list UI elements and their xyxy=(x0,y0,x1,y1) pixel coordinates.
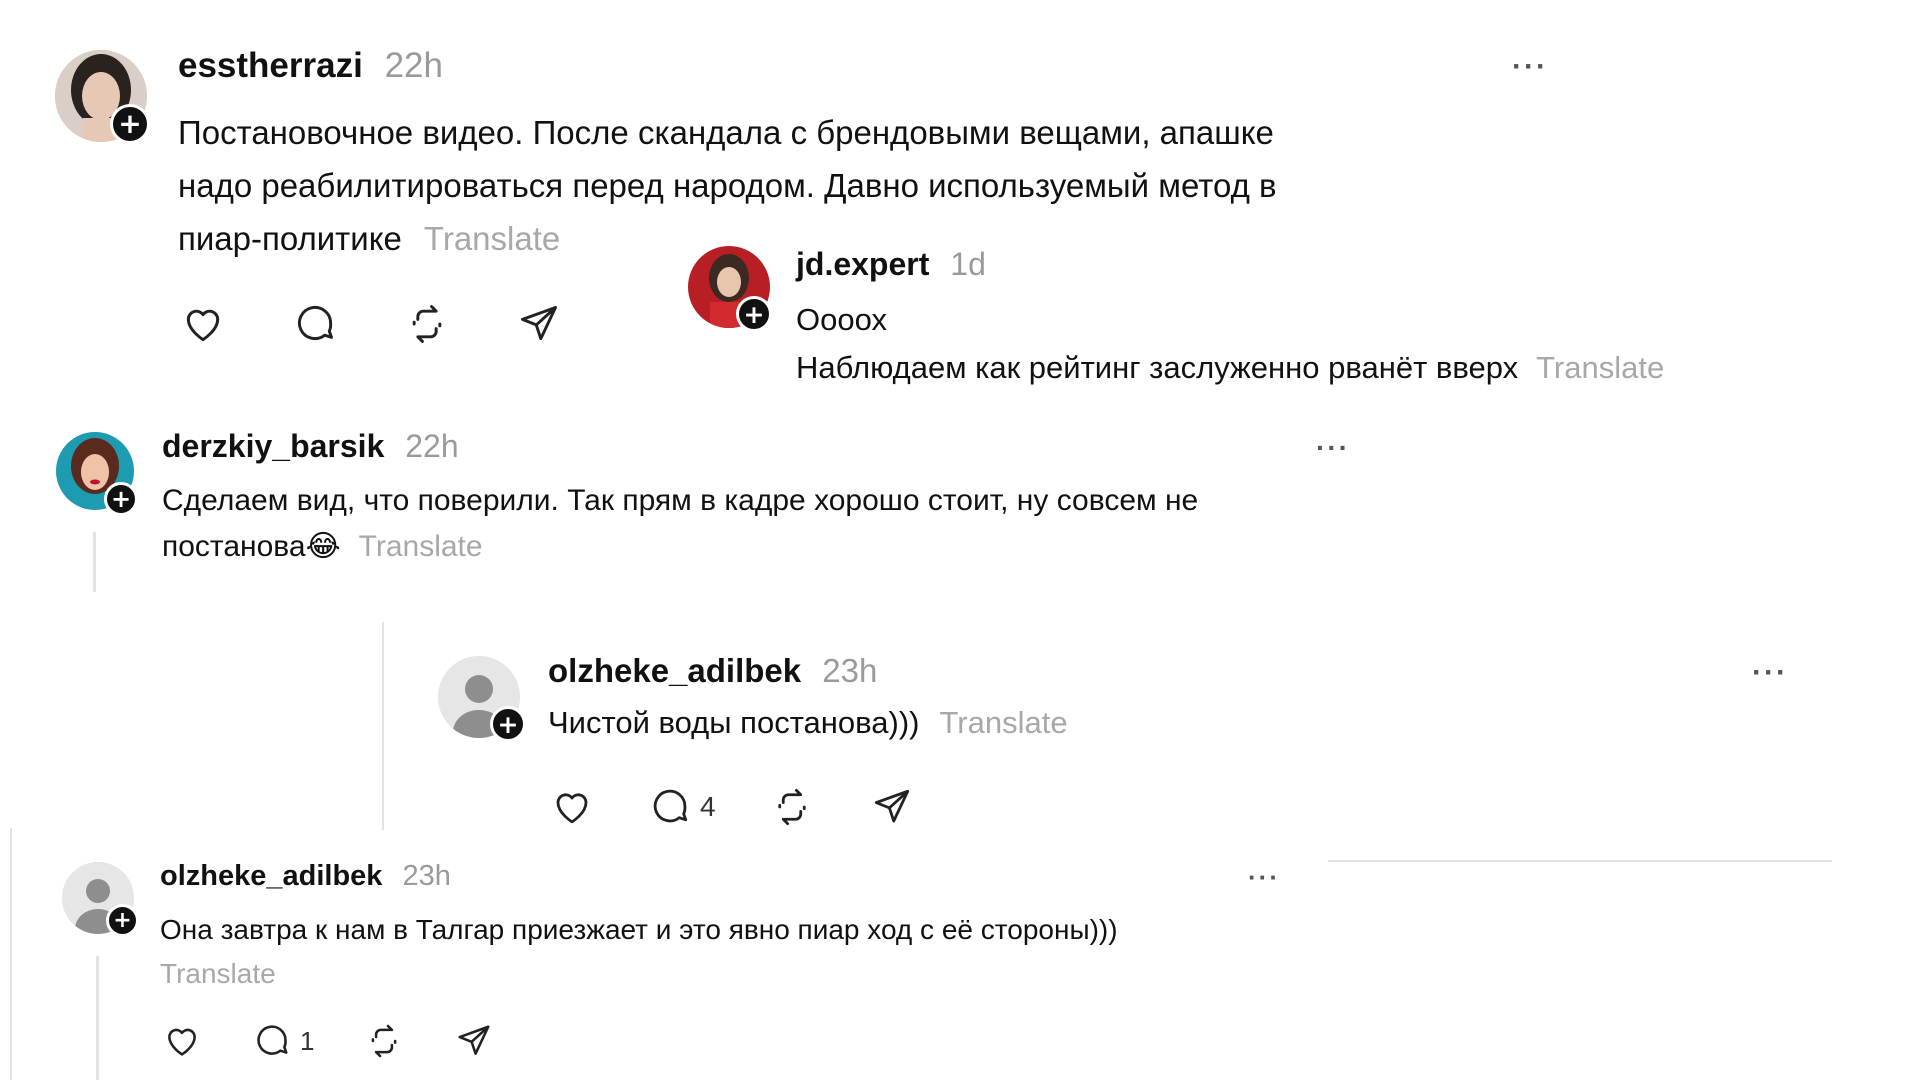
username[interactable]: jd.expert xyxy=(796,246,929,282)
reply-text-line: Чистой воды постанова))) xyxy=(548,705,920,740)
comment-button[interactable]: 4 xyxy=(648,786,716,828)
username[interactable]: esstherrazi xyxy=(178,46,363,85)
post-text-line: надо реабилитироваться перед народом. Да… xyxy=(178,167,1277,204)
post-text-line: Сделаем вид, что поверили. Так прям в ка… xyxy=(162,484,1199,517)
comment-count: 4 xyxy=(700,791,716,822)
share-button[interactable] xyxy=(870,786,914,828)
more-options-icon[interactable]: ··· xyxy=(1752,656,1788,690)
timestamp: 23h xyxy=(822,652,878,689)
comment-icon xyxy=(257,1025,288,1055)
follow-plus-icon[interactable]: + xyxy=(490,706,526,742)
reply-header: olzheke_adilbek 23h xyxy=(548,652,877,690)
repost-button[interactable] xyxy=(770,786,814,828)
like-button[interactable] xyxy=(180,302,226,346)
reply-header: olzheke_adilbek 23h xyxy=(160,860,451,893)
heart-icon xyxy=(186,309,220,342)
translate-link[interactable]: Translate xyxy=(1536,350,1664,385)
more-options-icon[interactable]: ··· xyxy=(1316,432,1350,464)
translate-link[interactable]: Translate xyxy=(939,705,1067,740)
reply-text-line: Она завтра к нам в Талгар приезжает и эт… xyxy=(160,914,1118,945)
reply-header: jd.expert 1d xyxy=(796,246,986,283)
post-text-line: пиар-политике xyxy=(178,220,402,257)
follow-plus-icon[interactable]: + xyxy=(110,104,150,144)
more-options-icon[interactable]: ··· xyxy=(1248,862,1280,893)
repost-icon xyxy=(412,305,442,343)
like-button[interactable] xyxy=(550,786,594,828)
comment-icon xyxy=(297,306,333,341)
translate-link[interactable]: Translate xyxy=(160,952,1118,996)
repost-icon xyxy=(372,1024,397,1058)
heart-icon xyxy=(556,793,588,824)
comment-icon xyxy=(653,789,688,823)
thread-line xyxy=(96,956,99,1080)
share-icon xyxy=(458,1025,490,1055)
like-button[interactable] xyxy=(162,1022,202,1060)
thread-line xyxy=(382,622,384,830)
reply-text: Она завтра к нам в Талгар приезжает и эт… xyxy=(160,908,1118,996)
more-options-icon[interactable]: ··· xyxy=(1512,50,1548,84)
username[interactable]: derzkiy_barsik xyxy=(162,428,384,464)
comment-button[interactable] xyxy=(292,302,338,346)
laughing-emoji: 😂 xyxy=(305,530,341,563)
post-text: Сделаем вид, что поверили. Так прям в ка… xyxy=(162,478,1198,570)
post-text: Постановочное видео. После скандала с бр… xyxy=(178,106,1277,265)
share-button[interactable] xyxy=(454,1022,494,1060)
share-icon xyxy=(874,789,909,823)
follow-plus-icon[interactable]: + xyxy=(104,482,138,516)
post-header: derzkiy_barsik 22h xyxy=(162,428,459,465)
timestamp: 22h xyxy=(405,428,459,464)
reply-actions: 4 xyxy=(550,786,914,828)
repost-icon xyxy=(777,788,806,826)
timestamp: 1d xyxy=(950,246,986,282)
follow-plus-icon[interactable]: + xyxy=(736,296,772,332)
post-actions xyxy=(180,302,562,346)
repost-button[interactable] xyxy=(404,302,450,346)
comment-count: 1 xyxy=(300,1025,315,1056)
username[interactable]: olzheke_adilbek xyxy=(548,652,801,689)
timestamp: 22h xyxy=(384,46,443,85)
share-button[interactable] xyxy=(516,302,562,346)
thread-line xyxy=(93,532,96,592)
username[interactable]: olzheke_adilbek xyxy=(160,860,382,892)
timestamp: 23h xyxy=(402,860,451,892)
divider xyxy=(1328,860,1832,862)
share-icon xyxy=(521,306,557,341)
post-text-line: постанова xyxy=(162,530,306,563)
reply-text-line: Наблюдаем как рейтинг заслуженно рванёт … xyxy=(796,350,1519,385)
follow-plus-icon[interactable]: + xyxy=(106,904,139,937)
reply-actions: 1 xyxy=(162,1022,494,1060)
reply-text: Оооох Наблюдаем как рейтинг заслуженно р… xyxy=(796,296,1664,392)
reply-text-line: Оооох xyxy=(796,302,887,337)
heart-icon xyxy=(168,1028,196,1056)
translate-link[interactable]: Translate xyxy=(424,220,560,257)
translate-link[interactable]: Translate xyxy=(359,530,483,563)
comment-button[interactable]: 1 xyxy=(252,1022,314,1060)
reply-text: Чистой воды постанова))) Translate xyxy=(548,705,1068,741)
thread-line xyxy=(10,828,12,1080)
post-text-line: Постановочное видео. После скандала с бр… xyxy=(178,114,1274,151)
repost-button[interactable] xyxy=(364,1022,404,1060)
post-header: esstherrazi 22h xyxy=(178,46,443,86)
